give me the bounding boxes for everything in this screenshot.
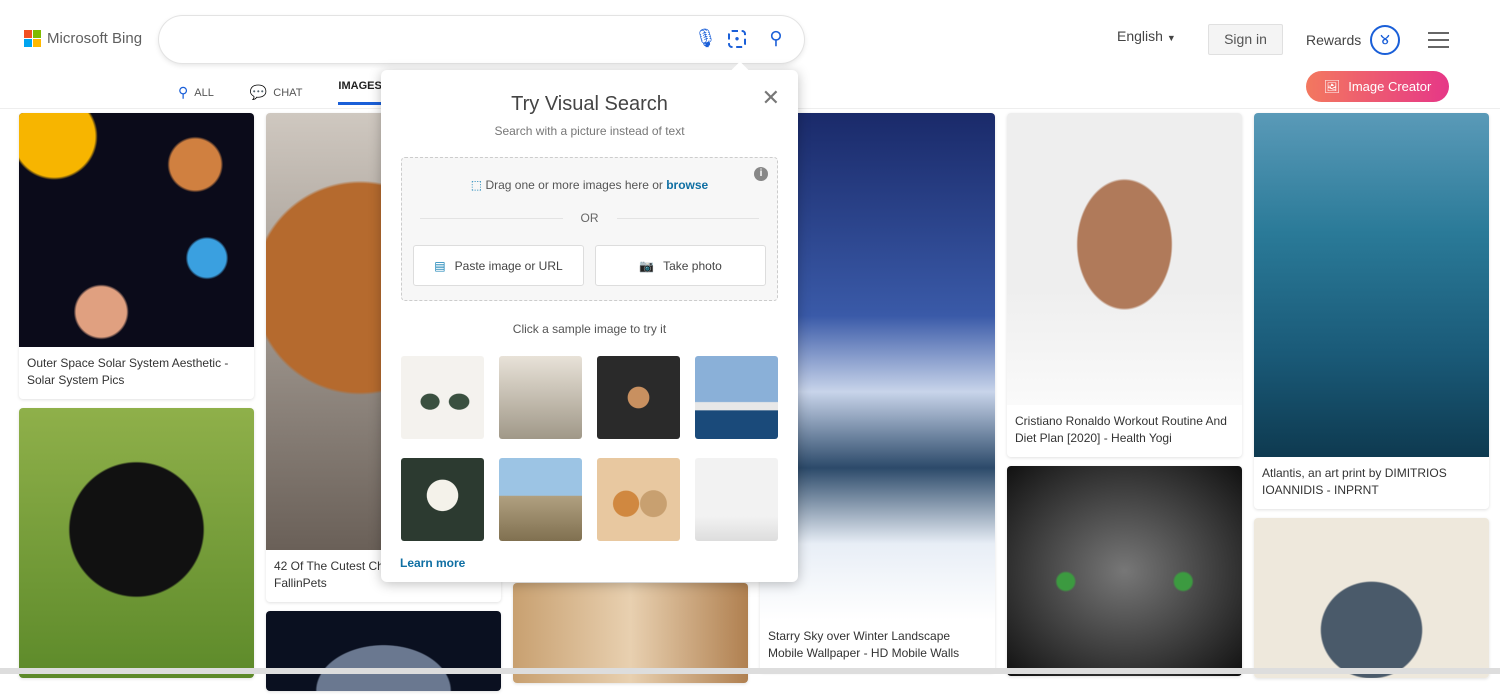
microphone-icon[interactable]: 🎙	[694, 28, 717, 50]
sample-image-latte-art[interactable]	[597, 356, 680, 439]
search-icon[interactable]: ⚲	[765, 28, 787, 50]
sample-image-dining-room[interactable]	[499, 356, 582, 439]
image-result[interactable]: Outer Space Solar System Aesthetic - Sol…	[19, 113, 254, 399]
results-column: Cristiano Ronaldo Workout Routine And Di…	[1007, 113, 1242, 685]
image-result[interactable]	[19, 408, 254, 678]
sample-image-white-rose[interactable]	[401, 458, 484, 541]
language-dropdown[interactable]: English ▼	[1117, 28, 1176, 44]
image-result[interactable]	[1007, 466, 1242, 676]
image-result[interactable]: Atlantis, an art print by DIMITRIOS IOAN…	[1254, 113, 1489, 509]
tab-images[interactable]: IMAGES	[338, 80, 382, 105]
search-icon: ⚲	[178, 84, 189, 100]
rewards-medal-icon[interactable]: ୪	[1370, 25, 1400, 55]
horizontal-scrollbar[interactable]	[0, 668, 1500, 674]
image-creator-button[interactable]: 🖼 Image Creator	[1306, 71, 1449, 102]
popup-subtitle: Search with a picture instead of text	[494, 124, 685, 138]
sample-image-chair[interactable]	[695, 458, 778, 541]
sample-image-opera-house[interactable]	[695, 356, 778, 439]
browse-link[interactable]: browse	[666, 178, 708, 192]
sign-in-button[interactable]: Sign in	[1208, 24, 1283, 55]
search-box: 🎙 ● ⚲	[159, 16, 804, 63]
close-icon[interactable]: ✕	[762, 87, 780, 109]
sample-image-louvre[interactable]	[499, 458, 582, 541]
camera-icon: 📷	[639, 258, 655, 273]
rewards-link[interactable]: Rewards	[1306, 32, 1361, 48]
learn-more-link[interactable]: Learn more	[400, 556, 465, 570]
brand-name: Microsoft Bing	[47, 30, 143, 47]
chat-icon: 💬	[249, 84, 268, 100]
caret-down-icon: ▼	[1166, 33, 1176, 43]
tab-all[interactable]: ⚲ ALL	[178, 80, 214, 105]
visual-search-popup: Try Visual Search Search with a picture …	[381, 70, 798, 582]
sample-image-sunglasses[interactable]	[401, 356, 484, 439]
sample-images	[401, 356, 778, 541]
drag-image-icon: ⬚	[470, 178, 483, 192]
take-photo-button[interactable]: 📷 Take photo	[595, 245, 766, 286]
image-result[interactable]	[1254, 518, 1489, 678]
results-column: Atlantis, an art print by DIMITRIOS IOAN…	[1254, 113, 1489, 687]
image-drop-zone[interactable]: i ⬚ Drag one or more images here or brow…	[401, 157, 778, 301]
popup-title: Try Visual Search	[511, 93, 668, 115]
tab-chat[interactable]: 💬 CHAT	[250, 80, 303, 105]
document-icon: ▤	[434, 258, 446, 273]
image-creator-icon: 🖼	[1323, 78, 1341, 94]
microsoft-logo-icon	[24, 30, 41, 47]
image-result[interactable]	[266, 611, 501, 691]
hamburger-menu-icon[interactable]	[1428, 32, 1449, 53]
visual-search-icon[interactable]: ●	[728, 30, 746, 48]
paste-image-url-button[interactable]: ▤ Paste image or URL	[413, 245, 584, 286]
sample-image-dogs[interactable]	[597, 458, 680, 541]
search-tabs: ⚲ ALL 💬 CHAT IMAGES	[178, 80, 382, 105]
results-column: Outer Space Solar System Aesthetic - Sol…	[19, 113, 254, 687]
search-input[interactable]	[179, 28, 679, 46]
bing-logo[interactable]: Microsoft Bing	[24, 30, 142, 47]
image-result[interactable]: Cristiano Ronaldo Workout Routine And Di…	[1007, 113, 1242, 457]
or-divider: OR	[420, 211, 759, 225]
sample-prompt: Click a sample image to try it	[512, 322, 667, 336]
